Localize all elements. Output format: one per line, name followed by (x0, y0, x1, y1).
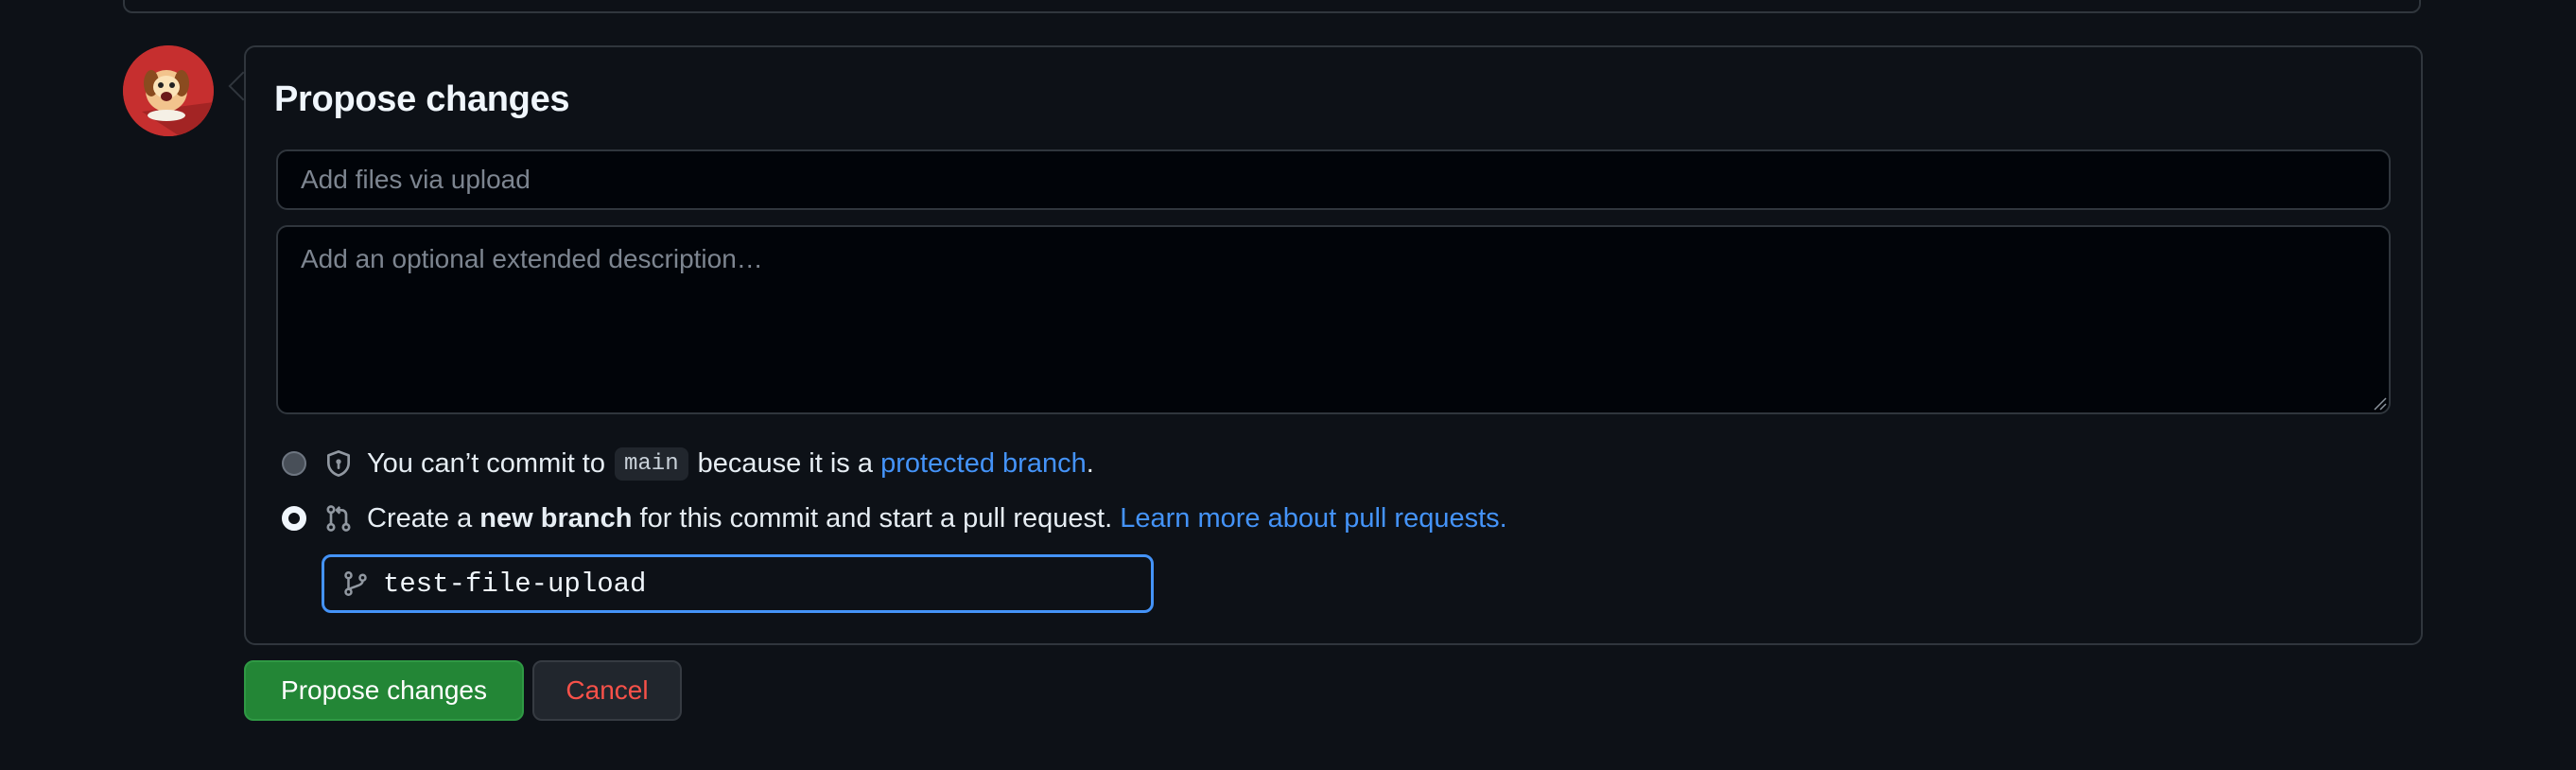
protected-text-after: . (1086, 447, 1094, 479)
git-branch-icon (344, 570, 367, 597)
new-branch-name-input[interactable] (383, 568, 1121, 600)
new-branch-name-field[interactable] (322, 554, 1154, 613)
protected-text-before: You can’t commit to (367, 447, 605, 479)
cancel-button[interactable]: Cancel (532, 660, 682, 721)
new-branch-radio[interactable] (282, 506, 306, 531)
new-branch-bold-text: new branch (479, 502, 633, 534)
new-branch-text-before: Create a (367, 502, 473, 534)
new-branch-text-middle: for this commit and start a pull request… (639, 502, 1113, 534)
shield-icon (327, 450, 350, 477)
protected-branch-link[interactable]: protected branch (880, 448, 1087, 480)
propose-changes-button[interactable]: Propose changes (244, 660, 524, 721)
commit-to-main-radio (282, 451, 306, 476)
previous-section-box (123, 0, 2421, 13)
user-avatar[interactable] (123, 45, 214, 136)
protected-text-middle: because it is a (697, 447, 873, 479)
commit-to-main-option: You can’t commit to main because it is a… (282, 445, 1094, 482)
resize-grip-icon[interactable] (2372, 395, 2387, 411)
avatar-image (123, 45, 214, 136)
pull-requests-help-link[interactable]: Learn more about pull requests. (1120, 503, 1506, 534)
commit-summary-input[interactable] (276, 149, 2391, 210)
form-title: Propose changes (274, 79, 570, 119)
new-branch-option[interactable]: Create a new branch for this commit and … (282, 499, 1507, 537)
commit-form-page: Propose changes You can’t commit to main… (0, 0, 2576, 770)
protected-branch-name: main (615, 446, 688, 481)
pull-request-icon (326, 505, 351, 532)
commit-description-textarea[interactable] (276, 225, 2391, 414)
